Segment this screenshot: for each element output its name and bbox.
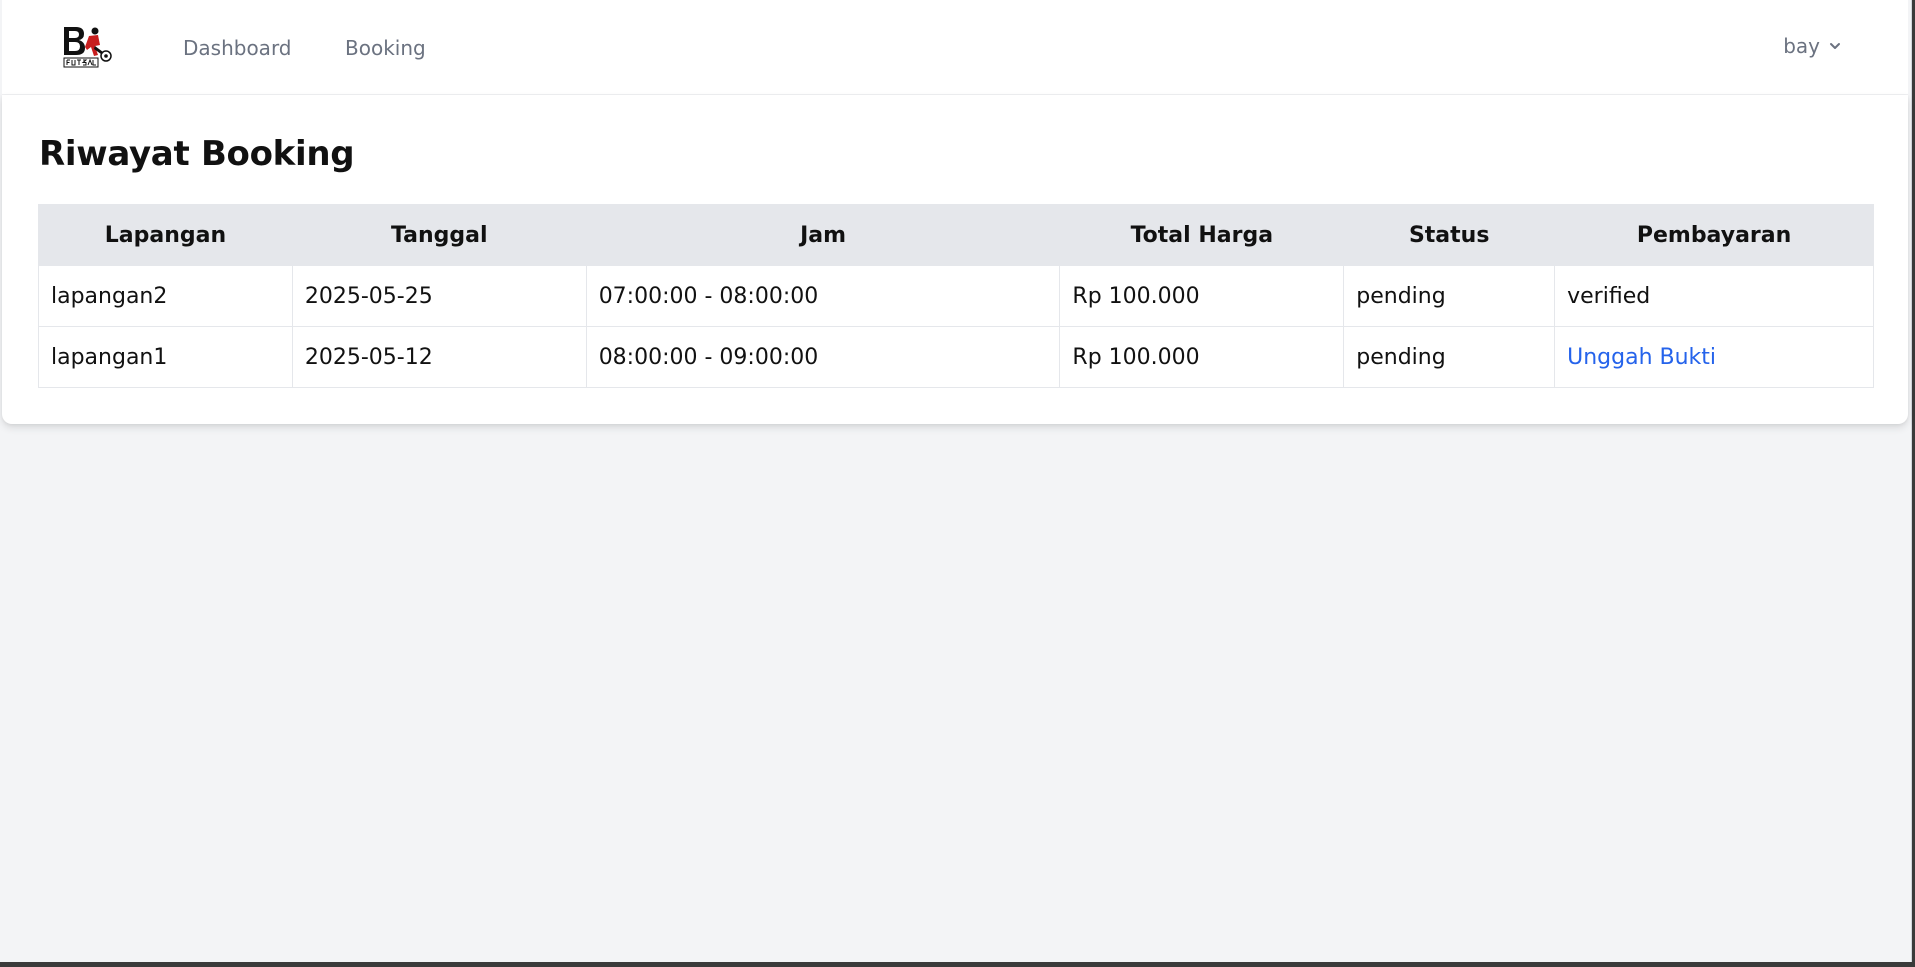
cell-status: pending (1343, 326, 1556, 388)
app-viewport: Dashboard Booking bay Riwayat Booking La… (0, 0, 1912, 962)
booking-history-card: Riwayat Booking Lapangan Tanggal Jam Tot… (2, 95, 1908, 424)
column-header-pembayaran: Pembayaran (1554, 204, 1874, 266)
table-body: lapangan2 2025-05-25 07:00:00 - 08:00:00… (38, 265, 1874, 388)
futsal-logo-icon (63, 27, 112, 68)
futsal-logo[interactable] (62, 25, 114, 69)
nav-booking-link[interactable]: Booking (345, 36, 426, 60)
user-name: bay (1783, 34, 1820, 58)
table-header: Lapangan Tanggal Jam Total Harga Status … (38, 204, 1874, 266)
top-navbar: Dashboard Booking bay (2, 0, 1908, 95)
cell-total-harga: Rp 100.000 (1059, 326, 1345, 388)
booking-history-table: Lapangan Tanggal Jam Total Harga Status … (38, 204, 1874, 388)
column-header-lapangan: Lapangan (38, 204, 293, 266)
cell-tanggal: 2025-05-12 (291, 326, 587, 388)
cell-lapangan: lapangan2 (38, 265, 293, 327)
upload-proof-link[interactable]: Unggah Bukti (1567, 345, 1716, 370)
column-header-status: Status (1343, 204, 1556, 266)
cell-jam: 08:00:00 - 09:00:00 (585, 326, 1061, 388)
cell-total-harga: Rp 100.000 (1059, 265, 1345, 327)
column-header-tanggal: Tanggal (291, 204, 587, 266)
cell-lapangan: lapangan1 (38, 326, 293, 388)
cell-tanggal: 2025-05-25 (291, 265, 587, 327)
cell-status: pending (1343, 265, 1556, 327)
cell-pembayaran-status: verified (1554, 265, 1874, 327)
nav-dashboard-link[interactable]: Dashboard (183, 36, 292, 60)
chevron-down-icon (1828, 39, 1842, 53)
page-title: Riwayat Booking (39, 134, 355, 174)
table-row: lapangan2 2025-05-25 07:00:00 - 08:00:00… (38, 265, 1874, 327)
table-row: lapangan1 2025-05-12 08:00:00 - 09:00:00… (38, 326, 1874, 388)
user-menu-dropdown[interactable]: bay (1783, 34, 1842, 58)
table-header-row: Lapangan Tanggal Jam Total Harga Status … (38, 204, 1874, 266)
cell-jam: 07:00:00 - 08:00:00 (585, 265, 1061, 327)
column-header-jam: Jam (585, 204, 1061, 266)
cell-pembayaran: Unggah Bukti (1554, 326, 1874, 388)
column-header-total-harga: Total Harga (1059, 204, 1345, 266)
